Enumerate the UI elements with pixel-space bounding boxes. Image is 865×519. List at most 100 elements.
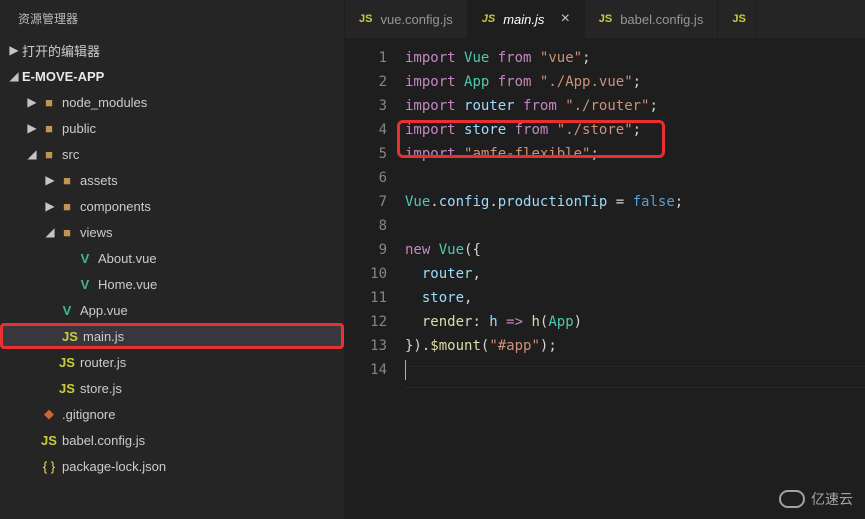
tree-item-label: components bbox=[80, 199, 151, 214]
explorer-title: 资源管理器 bbox=[0, 0, 344, 37]
tree-item-label: node_modules bbox=[62, 95, 147, 110]
git-icon: ◆ bbox=[40, 406, 58, 422]
tree-item-label: babel.config.js bbox=[62, 433, 145, 448]
line-number: 12 bbox=[345, 310, 387, 334]
line-number: 8 bbox=[345, 214, 387, 238]
js-icon: JS bbox=[482, 13, 495, 25]
close-icon[interactable]: × bbox=[560, 10, 569, 28]
explorer-sidebar: 资源管理器 ▶ 打开的编辑器 ◢ E-MOVE-APP ▶■node_modul… bbox=[0, 0, 345, 519]
tree-item[interactable]: ▶■ assets bbox=[0, 167, 344, 193]
line-number: 11 bbox=[345, 286, 387, 310]
tree-item[interactable]: JS store.js bbox=[0, 375, 344, 401]
chevron-right-icon: ▶ bbox=[42, 199, 58, 213]
tree-item[interactable]: JS main.js bbox=[0, 323, 344, 349]
editor-tab[interactable]: JS main.js × bbox=[468, 0, 585, 38]
line-number: 13 bbox=[345, 334, 387, 358]
code-line[interactable]: new Vue({ bbox=[405, 238, 865, 262]
folder-icon: ■ bbox=[58, 173, 76, 188]
tree-item[interactable]: VHome.vue bbox=[0, 271, 344, 297]
tree-item[interactable]: ◆ .gitignore bbox=[0, 401, 344, 427]
tree-item-label: App.vue bbox=[80, 303, 128, 318]
code-line[interactable] bbox=[405, 214, 865, 238]
js-icon: JS bbox=[61, 329, 79, 344]
editor-tabs: JS vue.config.js JS main.js × JS babel.config.… bbox=[345, 0, 865, 38]
json-icon: { } bbox=[40, 459, 58, 474]
tree-item-label: main.js bbox=[83, 329, 124, 344]
chevron-down-icon: ◢ bbox=[24, 147, 40, 161]
editor-tab[interactable]: JS vue.config.js bbox=[345, 0, 468, 38]
folder-icon: ■ bbox=[40, 95, 58, 110]
line-number: 1 bbox=[345, 46, 387, 70]
code-line[interactable]: render: h => h(App) bbox=[405, 310, 865, 334]
line-number: 3 bbox=[345, 94, 387, 118]
tree-item-label: package-lock.json bbox=[62, 459, 166, 474]
open-editors-section[interactable]: ▶ 打开的编辑器 bbox=[0, 37, 344, 63]
tab-label: vue.config.js bbox=[380, 12, 452, 27]
js-icon: JS bbox=[732, 13, 745, 25]
js-icon: JS bbox=[599, 13, 612, 25]
tree-item[interactable]: JS babel.config.js bbox=[0, 427, 344, 453]
line-number: 6 bbox=[345, 166, 387, 190]
editor-tab[interactable]: JS bbox=[718, 0, 756, 38]
tree-item[interactable]: JS router.js bbox=[0, 349, 344, 375]
watermark: 亿速云 bbox=[779, 489, 853, 509]
project-root[interactable]: ◢ E-MOVE-APP bbox=[0, 63, 344, 89]
tree-item[interactable]: ▶■ node_modules bbox=[0, 89, 344, 115]
tree-item[interactable]: ◢■src bbox=[0, 141, 344, 167]
folder-icon: ■ bbox=[58, 199, 76, 214]
tree-item[interactable]: ▶■ components bbox=[0, 193, 344, 219]
code-line[interactable] bbox=[405, 166, 865, 190]
code-line[interactable]: }).$mount("#app"); bbox=[405, 334, 865, 358]
tree-item[interactable]: { } package-lock.json bbox=[0, 453, 344, 479]
chevron-right-icon: ▶ bbox=[6, 43, 22, 57]
tree-item-label: store.js bbox=[80, 381, 122, 396]
line-gutter: 1234567891011121314 bbox=[345, 46, 405, 519]
line-number: 9 bbox=[345, 238, 387, 262]
cursor-caret bbox=[405, 360, 406, 380]
code-line[interactable]: import App from "./App.vue"; bbox=[405, 70, 865, 94]
code-editor[interactable]: 1234567891011121314 import Vue from "vue… bbox=[345, 38, 865, 519]
vue-icon: V bbox=[76, 251, 94, 266]
code-line[interactable]: import "amfe-flexible"; bbox=[405, 142, 865, 166]
tree-item-label: .gitignore bbox=[62, 407, 115, 422]
code-content[interactable]: import Vue from "vue";import App from ".… bbox=[405, 46, 865, 519]
folder-icon: ■ bbox=[40, 121, 58, 136]
editor-area: JS vue.config.js JS main.js × JS babel.config.… bbox=[345, 0, 865, 519]
js-icon: JS bbox=[58, 381, 76, 396]
chevron-down-icon: ◢ bbox=[6, 69, 22, 83]
tree-item-label: Home.vue bbox=[98, 277, 157, 292]
folder-icon: ■ bbox=[40, 147, 58, 162]
tree-item[interactable]: V App.vue bbox=[0, 297, 344, 323]
tree-item-label: About.vue bbox=[98, 251, 157, 266]
cloud-icon bbox=[779, 490, 805, 508]
tree-item[interactable]: ◢■ views bbox=[0, 219, 344, 245]
js-icon: JS bbox=[40, 433, 58, 448]
code-line[interactable]: router, bbox=[405, 262, 865, 286]
tree-item-label: assets bbox=[80, 173, 118, 188]
tab-label: main.js bbox=[503, 12, 544, 27]
chevron-right-icon: ▶ bbox=[24, 95, 40, 109]
line-number: 5 bbox=[345, 142, 387, 166]
line-number: 10 bbox=[345, 262, 387, 286]
tree-item-label: router.js bbox=[80, 355, 126, 370]
vue-icon: V bbox=[58, 303, 76, 318]
code-line[interactable]: import router from "./router"; bbox=[405, 94, 865, 118]
chevron-down-icon: ◢ bbox=[42, 225, 58, 239]
code-line[interactable]: Vue.config.productionTip = false; bbox=[405, 190, 865, 214]
file-tree: ▶■node_modules▶■public◢■src▶■assets▶■com… bbox=[0, 89, 344, 519]
folder-icon: ■ bbox=[58, 225, 76, 240]
code-line[interactable]: store, bbox=[405, 286, 865, 310]
editor-tab[interactable]: JS babel.config.js bbox=[585, 0, 719, 38]
chevron-right-icon: ▶ bbox=[24, 121, 40, 135]
tree-item[interactable]: ▶■public bbox=[0, 115, 344, 141]
tree-item-label: views bbox=[80, 225, 113, 240]
line-number: 14 bbox=[345, 358, 387, 382]
code-line[interactable]: import store from "./store"; bbox=[405, 118, 865, 142]
tree-item[interactable]: V About.vue bbox=[0, 245, 344, 271]
line-number: 4 bbox=[345, 118, 387, 142]
chevron-right-icon: ▶ bbox=[42, 173, 58, 187]
tab-label: babel.config.js bbox=[620, 12, 703, 27]
js-icon: JS bbox=[58, 355, 76, 370]
js-icon: JS bbox=[359, 13, 372, 25]
code-line[interactable]: import Vue from "vue"; bbox=[405, 46, 865, 70]
